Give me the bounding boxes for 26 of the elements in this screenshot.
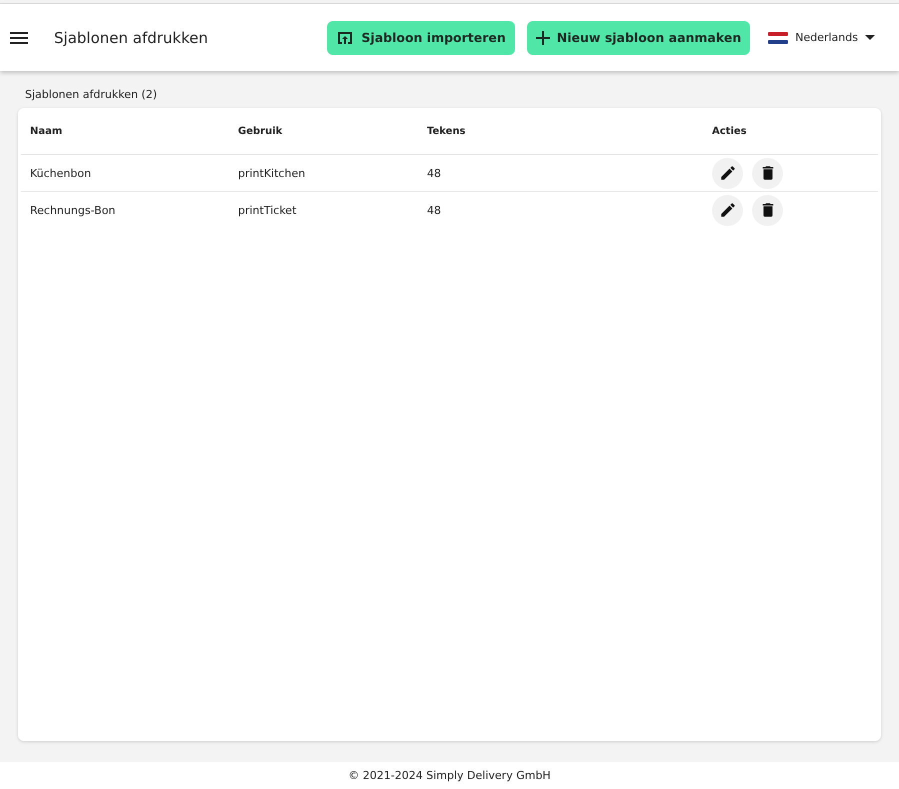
- edit-button[interactable]: [712, 158, 743, 188]
- caret-icon: [865, 35, 875, 40]
- column-header: Tekens: [427, 126, 466, 136]
- delete-button[interactable]: [752, 158, 783, 188]
- plus-icon: [536, 30, 550, 44]
- column-header: Acties: [712, 126, 747, 136]
- table-cell: Küchenbon: [30, 166, 92, 180]
- add-button[interactable]: Nieuw sjabloon aanmaken: [526, 20, 750, 54]
- pencil-icon: [718, 164, 736, 182]
- table-cell: printTicket: [238, 204, 296, 216]
- menu-icon[interactable]: [10, 32, 28, 44]
- column-header: Naam: [30, 126, 62, 136]
- table-cell: 48: [427, 204, 441, 216]
- table-cell: Rechnungs-Bon: [30, 204, 116, 216]
- table-cell: 48: [427, 166, 441, 180]
- table-caption: Sjablonen afdrukken (2): [25, 88, 158, 101]
- column-header: Gebruik: [238, 126, 282, 136]
- page-title: Sjablonen afdrukken: [54, 28, 208, 46]
- delete-button[interactable]: [752, 194, 783, 226]
- copyright-text: © 2021-2024 Simply Delivery GmbH: [348, 769, 551, 782]
- language-select[interactable]: Nederlands: [768, 31, 875, 44]
- pencil-icon: [718, 201, 736, 219]
- import-button[interactable]: Sjabloon importeren: [327, 20, 515, 54]
- table-cell: printKitchen: [238, 166, 306, 180]
- edit-button[interactable]: [712, 194, 743, 226]
- flag-icon: [768, 32, 788, 44]
